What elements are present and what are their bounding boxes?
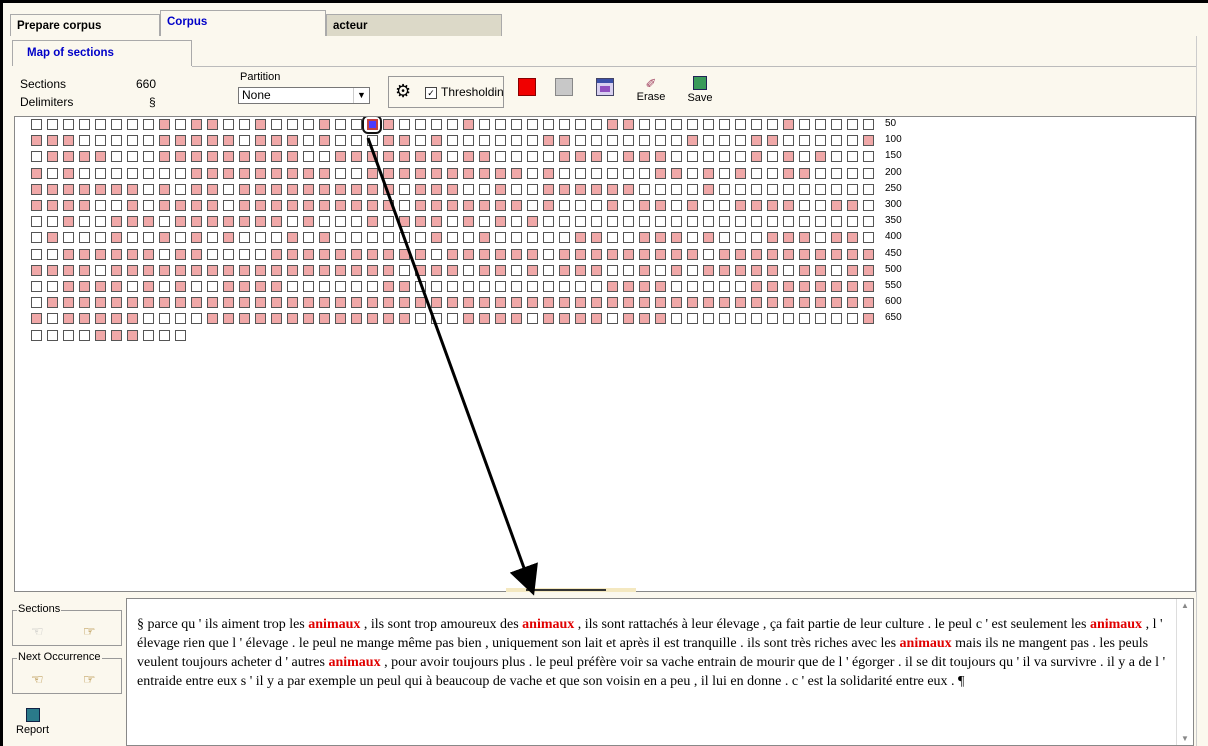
next-section-icon[interactable]: ☞ [83, 623, 96, 640]
report-icon [25, 708, 40, 722]
scroll-up-icon[interactable]: ▲ [1181, 601, 1189, 610]
sections-group-title: Sections [17, 603, 62, 615]
bottom-panel: Sections ☜ ☞ Next Occurrence ☜ ☞ Report … [10, 596, 1196, 746]
keyword-highlight: animaux [522, 617, 575, 632]
text-segment: , ils sont rattachés à leur élevage , ça… [574, 617, 1090, 632]
report-label: Report [16, 724, 50, 736]
sections-nav-group: Sections ☜ ☞ [12, 603, 122, 646]
navigation-panel: Sections ☜ ☞ Next Occurrence ☜ ☞ Report [10, 596, 126, 746]
next-occurrence-title: Next Occurrence [17, 651, 102, 663]
keyword-highlight: animaux [1089, 617, 1143, 632]
previous-section-icon[interactable]: ☜ [31, 623, 44, 640]
keyword-highlight: animaux [308, 617, 361, 632]
scroll-down-icon[interactable]: ▼ [1181, 734, 1189, 743]
next-occurrence-icon[interactable]: ☞ [83, 671, 96, 688]
vertical-scrollbar[interactable]: ▲ ▼ [1176, 599, 1193, 745]
keyword-highlight: animaux [899, 636, 952, 651]
section-text: § parce qu ' ils aiment trop les animaux… [137, 615, 1167, 691]
section-text-pane[interactable]: § parce qu ' ils aiment trop les animaux… [126, 598, 1194, 746]
previous-occurrence-icon[interactable]: ☜ [31, 671, 44, 688]
text-segment: § parce qu ' ils aiment trop les [137, 617, 309, 632]
occurrence-nav-group: Next Occurrence ☜ ☞ [12, 651, 122, 694]
text-segment: , ils sont trop amoureux des [360, 617, 523, 632]
keyword-highlight: animaux [328, 655, 381, 670]
report-button[interactable]: Report [16, 708, 49, 736]
